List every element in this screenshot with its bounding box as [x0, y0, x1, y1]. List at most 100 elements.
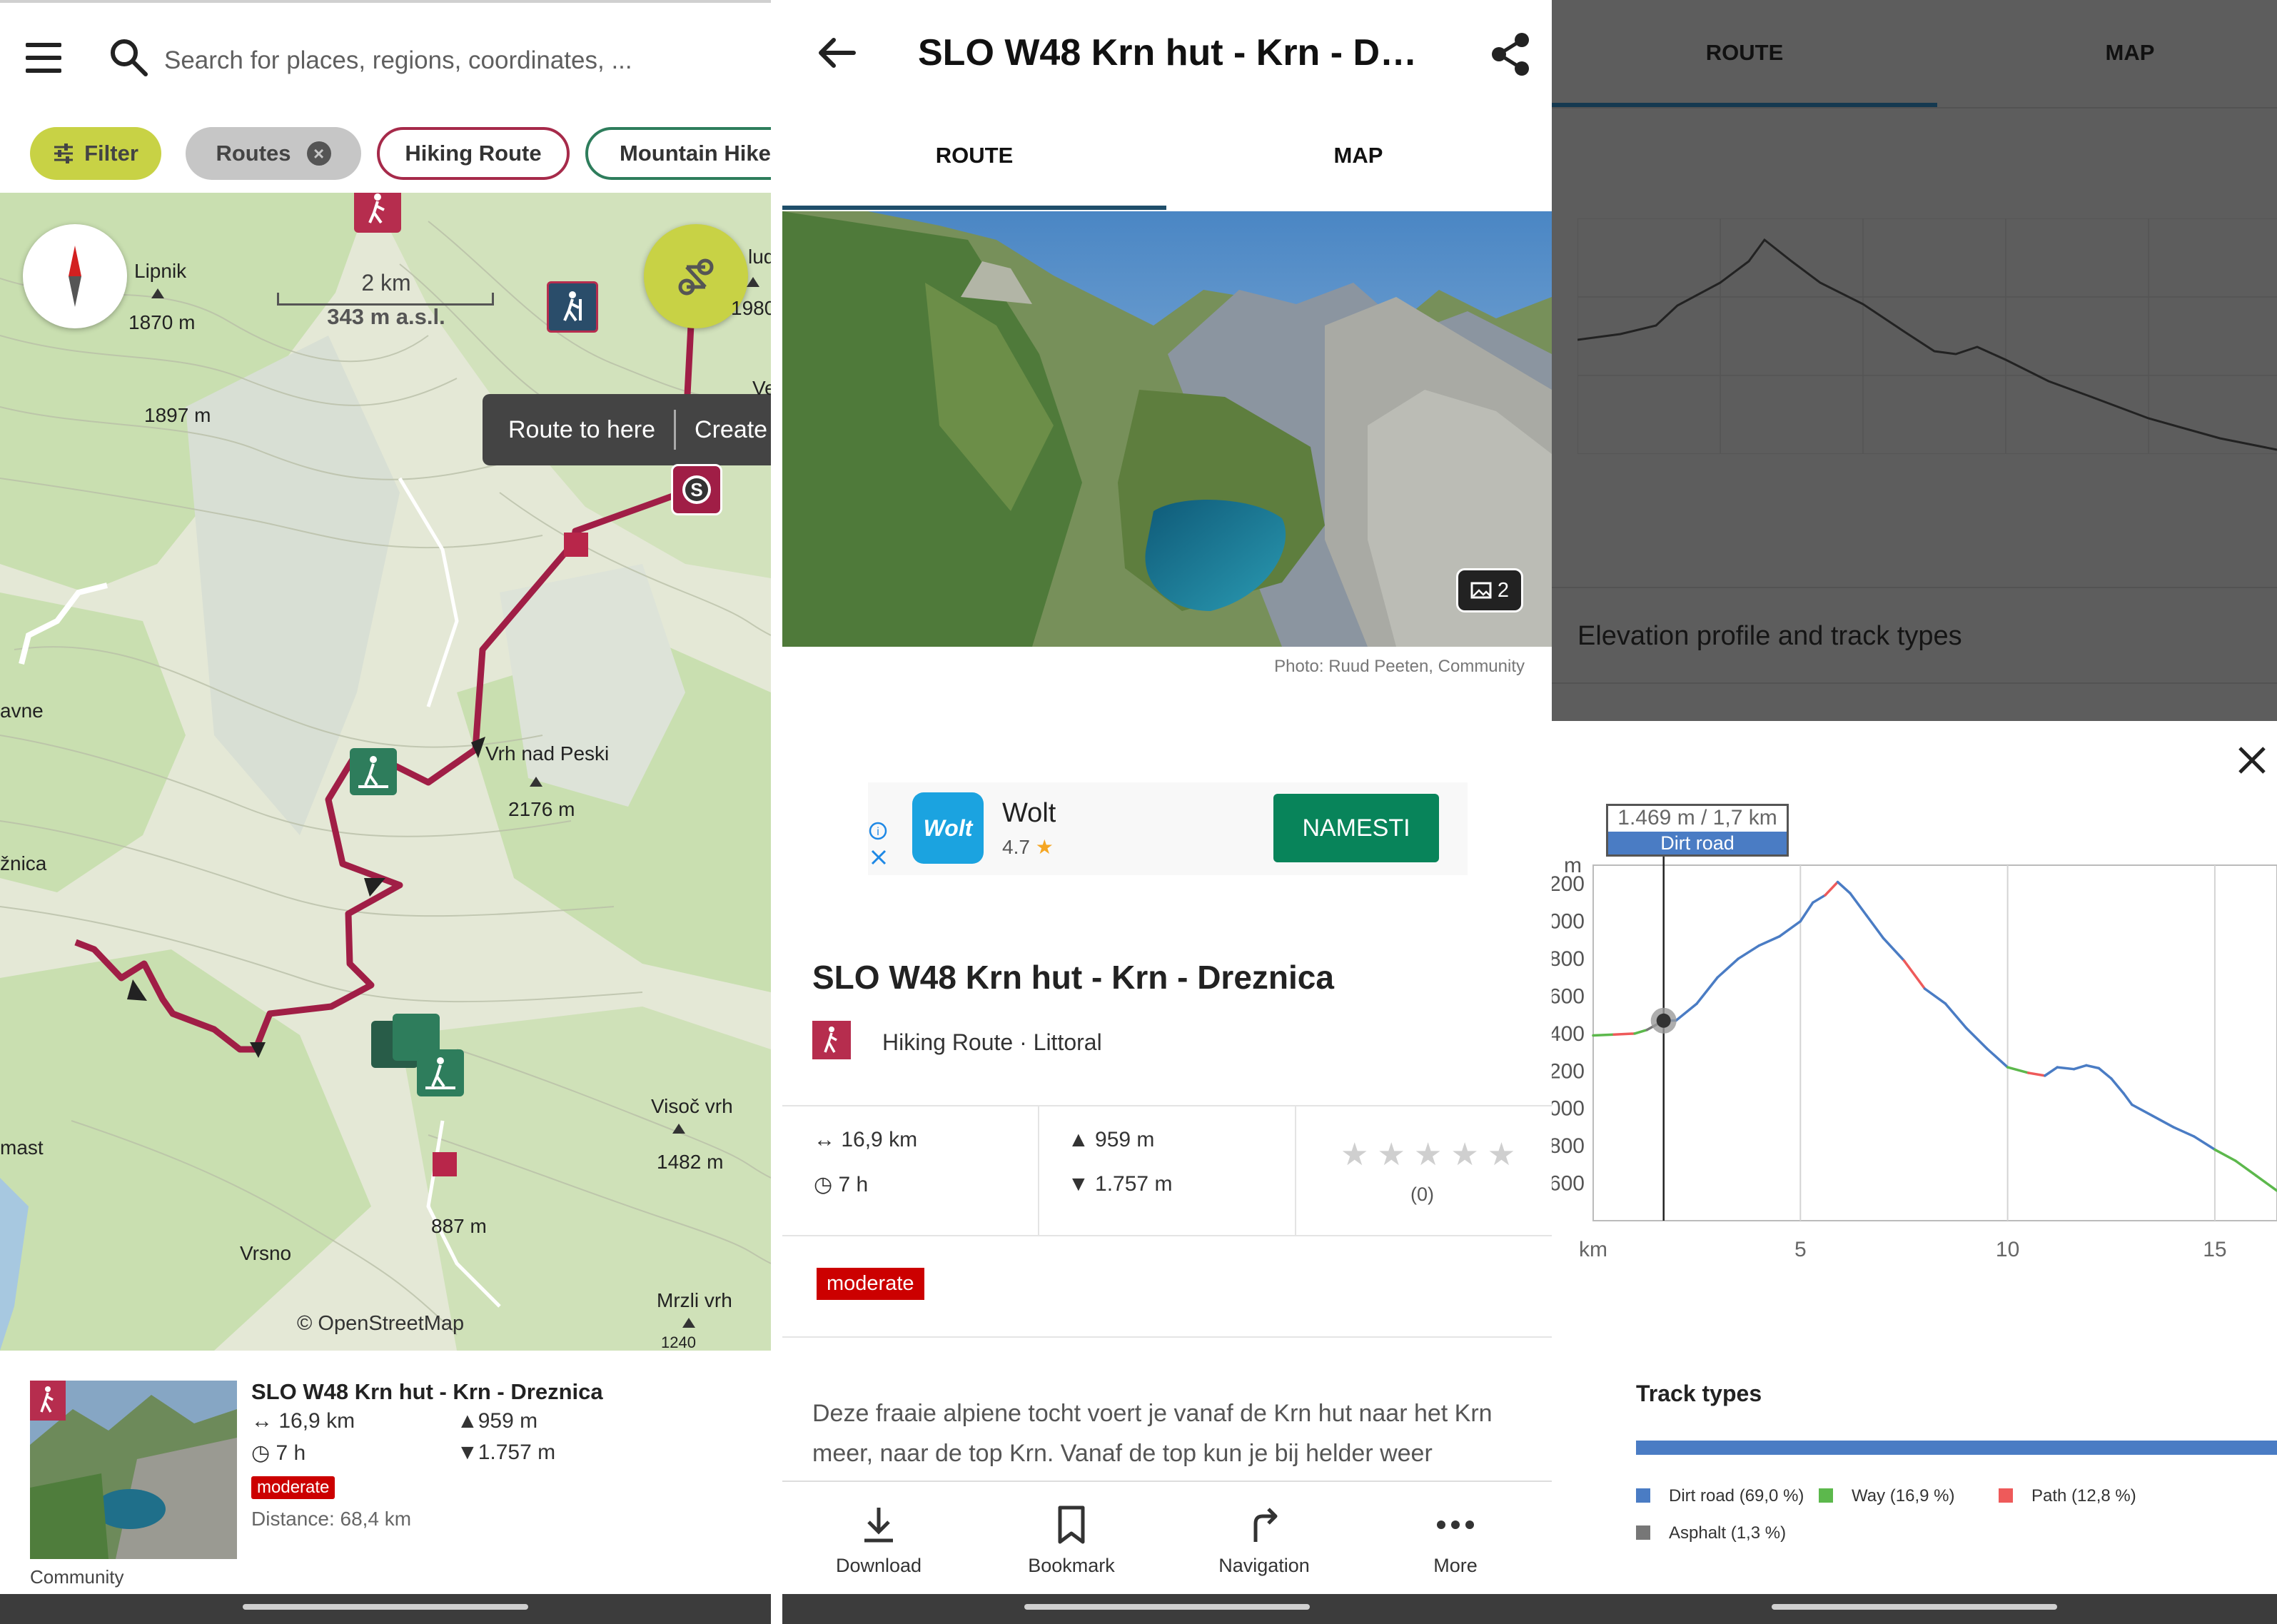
map-label-vrsno: Vrsno: [240, 1242, 292, 1264]
elevation-profile-chart[interactable]: 5 10 15 600 800 1.000 1.200 1.400 1.600 1.800 2.00…: [1552, 849, 2277, 1335]
start-marker[interactable]: S: [671, 464, 722, 515]
hiking-route-chip[interactable]: Hiking Route: [377, 127, 570, 180]
waypoint-marker[interactable]: [564, 533, 588, 557]
filter-sliders-icon: [54, 143, 74, 163]
mountain-hike-chip[interactable]: Mountain Hike: [585, 127, 771, 180]
system-nav-bar: [0, 1594, 771, 1624]
page-title: SLO W48 Krn hut - Krn - Drez...: [918, 32, 1425, 74]
legend-path-label: Path (12,8 %): [2031, 1486, 2136, 1506]
route-region[interactable]: Littoral: [1034, 1029, 1102, 1055]
tab-route[interactable]: ROUTE: [1552, 40, 1937, 66]
map-label-ve: Ve: [752, 377, 771, 399]
clock-icon: ◷: [814, 1173, 839, 1196]
legend-swatch: [1999, 1488, 2013, 1503]
svg-text:i: i: [877, 826, 879, 838]
routes-chip-label: Routes: [216, 141, 291, 166]
legend-dirt-road: Dirt road (69,0 %): [1636, 1486, 1804, 1506]
route-photo[interactable]: 2: [782, 211, 1552, 647]
routes-chip[interactable]: Routes ×: [186, 127, 361, 180]
peak-icon: [672, 1124, 685, 1134]
descent-icon: ▼: [457, 1441, 478, 1464]
remove-chip-icon[interactable]: ×: [306, 141, 331, 166]
map-label-1897: 1897 m: [144, 404, 211, 426]
x-tick-label: 15: [2203, 1238, 2226, 1261]
legend-asphalt: Asphalt (1,3 %): [1636, 1523, 1786, 1543]
map-label-mast: mast: [0, 1136, 44, 1159]
tab-map[interactable]: MAP: [1937, 40, 2277, 66]
stat-duration: ◷ 7 h: [814, 1172, 868, 1197]
ad-install-button[interactable]: NAMESTI: [1273, 794, 1439, 862]
home-gesture-bar[interactable]: [1024, 1604, 1310, 1610]
download-button[interactable]: Download: [782, 1482, 975, 1595]
route-photo-image: [782, 211, 1552, 647]
waypoint-marker[interactable]: [433, 1152, 457, 1176]
card-duration-value: 7 h: [276, 1441, 306, 1465]
ad-banner[interactable]: i Wolt Wolt 4.7 ★ NAMESTI: [868, 782, 1468, 875]
x-tick-label: 10: [1996, 1238, 2019, 1261]
route-stats: ↔ 16,9 km ◷ 7 h ▲ 959 m ▼ 1.757 m ★★★★★ …: [782, 1105, 1552, 1236]
home-gesture-bar[interactable]: [1772, 1604, 2057, 1610]
elevation-line-segment: [1836, 880, 1852, 895]
dimmed-background[interactable]: ROUTE MAP Elevation profile and track ty…: [1552, 0, 2277, 721]
elevation-line-segment: [1675, 1002, 1698, 1022]
ascent-icon: ▲: [457, 1409, 478, 1433]
start-marker-letter: S: [690, 479, 702, 500]
map-attribution[interactable]: © OpenStreetMap: [297, 1312, 464, 1336]
create-button[interactable]: Create: [695, 416, 767, 444]
bookmark-button[interactable]: Bookmark: [975, 1482, 1168, 1595]
stat-descent-value: 1.757 m: [1095, 1172, 1173, 1196]
winter-hike-marker[interactable]: [547, 281, 598, 333]
ad-name: Wolt: [1002, 798, 1056, 828]
elevation-line-segment: [1778, 919, 1802, 938]
rating-stars[interactable]: ★★★★★: [1341, 1136, 1524, 1173]
elevation-preview-chart: [1577, 218, 2277, 454]
back-arrow-icon[interactable]: [815, 31, 858, 74]
more-button[interactable]: More: [1359, 1482, 1552, 1595]
map-view[interactable]: 2 km 343 m a.s.l. Route to here Create L…: [0, 193, 771, 1351]
elevation-line-segment: [1985, 1047, 2009, 1069]
mountain-hike-marker-cluster[interactable]: [417, 1049, 464, 1096]
ascent-icon: ▲: [1068, 1128, 1096, 1151]
legend-dirt-road-label: Dirt road (69,0 %): [1669, 1486, 1804, 1506]
download-icon: [864, 1508, 893, 1543]
route-to-here-button[interactable]: Route to here: [508, 416, 655, 444]
more-label: More: [1433, 1555, 1478, 1576]
search-input[interactable]: [163, 40, 665, 81]
route-preview-card[interactable]: SLO W48 Krn hut - Krn - Dreznica ↔ 16,9 …: [0, 1351, 771, 1594]
clock-icon: ◷: [251, 1441, 276, 1465]
compass-button[interactable]: [23, 224, 127, 328]
close-icon[interactable]: [2234, 742, 2270, 778]
elevation-line-segment: [2131, 1103, 2154, 1117]
elevation-line-segment: [1811, 894, 1827, 904]
ad-info-icon[interactable]: i: [868, 821, 888, 841]
distance-icon: ↔: [251, 1409, 279, 1433]
menu-icon[interactable]: [26, 43, 64, 74]
photo-gallery-button[interactable]: 2: [1456, 568, 1523, 612]
map-context-menu: Route to here Create: [483, 394, 771, 465]
y-axis-label: m: [1564, 854, 1582, 877]
share-icon[interactable]: [1489, 31, 1532, 77]
stat-descent: ▼ 1.757 m: [1068, 1172, 1172, 1196]
route-detail-screen: SLO W48 Krn hut - Krn - Drez... ROUTE MA…: [782, 0, 1552, 1624]
card-distance: ↔ 16,9 km: [251, 1409, 355, 1433]
hiker-icon: [824, 1027, 837, 1053]
tab-map[interactable]: MAP: [1166, 143, 1550, 168]
search-icon[interactable]: [107, 36, 150, 79]
chart-cursor-point: [1656, 1013, 1671, 1028]
map-label-lud: lud: [748, 246, 771, 268]
photo-credit: Photo: Ruud Peeten, Community: [1274, 657, 1525, 676]
navigation-button[interactable]: Navigation: [1168, 1482, 1360, 1595]
ad-close-icon[interactable]: [869, 848, 888, 867]
map-label-avne: avne: [0, 700, 44, 722]
mountain-hike-marker[interactable]: [350, 748, 397, 795]
elevation-line-segment: [2213, 1148, 2237, 1162]
descent-icon: ▼: [1068, 1172, 1096, 1196]
route-type[interactable]: Hiking Route: [882, 1029, 1013, 1055]
filter-chip[interactable]: Filter: [30, 127, 161, 180]
hiking-route-marker[interactable]: [354, 193, 401, 233]
tab-route[interactable]: ROUTE: [782, 143, 1166, 168]
card-ascent: ▲959 m: [457, 1409, 537, 1433]
screen-separator: [771, 0, 782, 1624]
home-gesture-bar[interactable]: [243, 1604, 528, 1610]
image-gallery-icon: [1470, 582, 1492, 599]
